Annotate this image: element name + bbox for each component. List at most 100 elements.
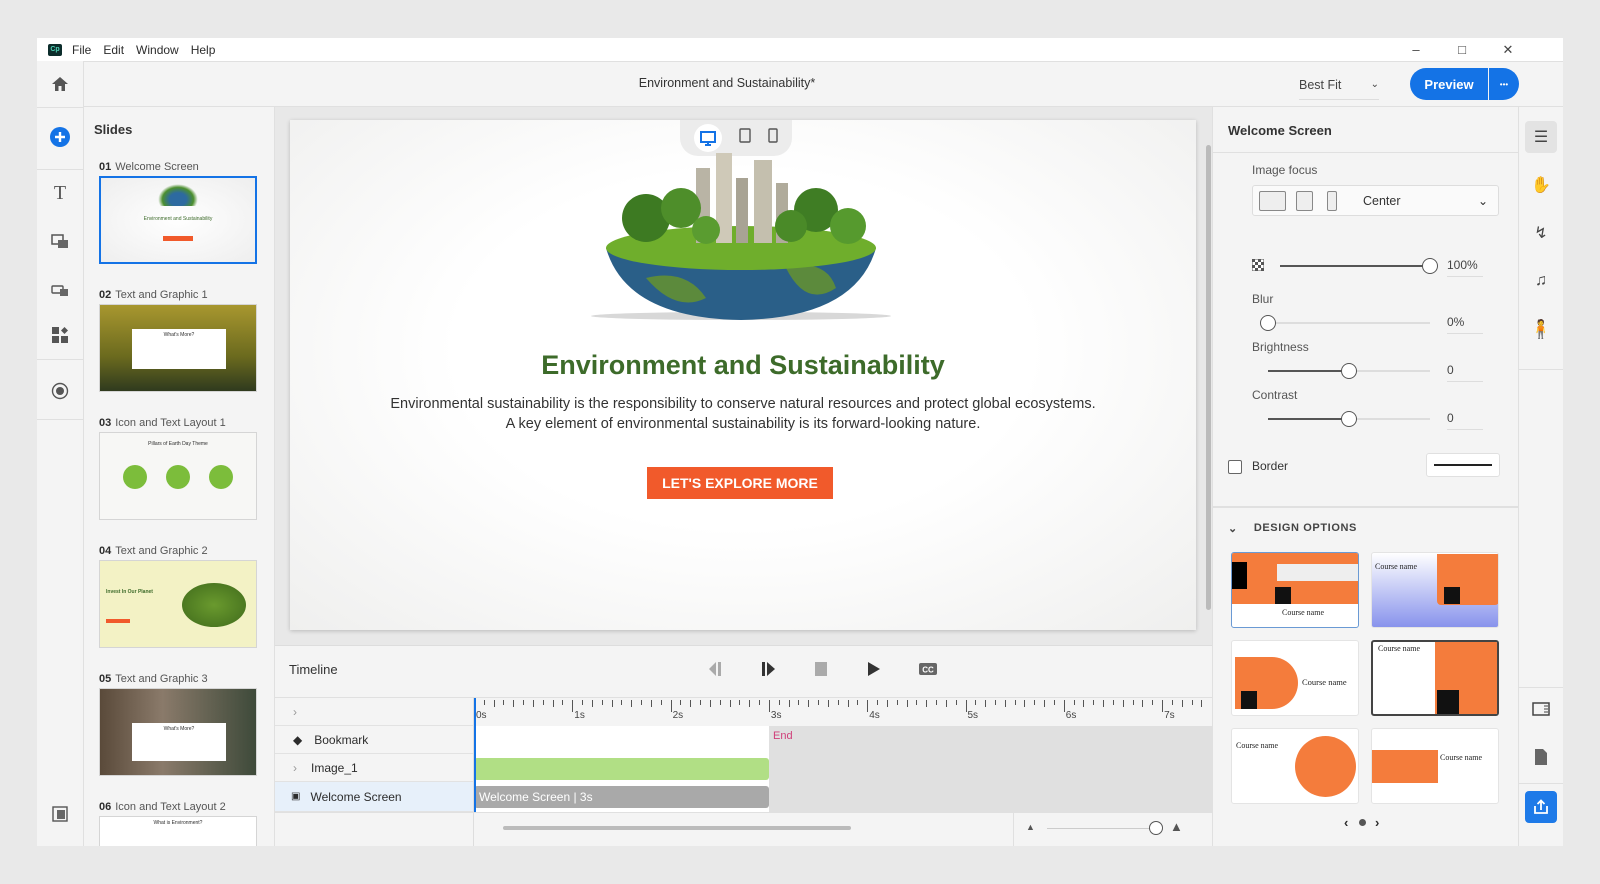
ruler-tick — [916, 700, 918, 705]
maximize-button[interactable]: □ — [1439, 38, 1485, 61]
slide-icon: ▣ — [291, 791, 301, 802]
timeline-row-image[interactable]: › Image_1 — [275, 754, 473, 782]
blur-value[interactable]: 0% — [1447, 315, 1483, 334]
interaction-hand-icon[interactable]: ✋ — [1525, 169, 1557, 201]
ruler-tick — [1103, 700, 1105, 707]
contrast-slider[interactable] — [1268, 411, 1430, 427]
menu-help[interactable]: Help — [191, 43, 216, 57]
menu-file[interactable]: File — [72, 43, 91, 57]
explore-more-button[interactable]: LET'S EXPLORE MORE — [647, 467, 833, 499]
record-icon[interactable] — [37, 373, 83, 409]
slide-panel-icon[interactable] — [37, 796, 83, 832]
design-prev-button[interactable]: ‹ — [1344, 815, 1348, 830]
design-page-indicator[interactable] — [1359, 819, 1366, 826]
home-icon[interactable] — [37, 66, 83, 102]
design-option-5[interactable]: Course name — [1231, 728, 1359, 804]
stop-icon[interactable] — [815, 662, 829, 676]
timeline-expand-toggle[interactable]: › — [275, 698, 473, 726]
ruler-tick — [660, 700, 662, 705]
left-rail: T — [37, 61, 84, 846]
closed-captions-icon[interactable]: CC — [919, 662, 939, 676]
ruler-tick — [729, 700, 731, 707]
play-icon[interactable] — [867, 662, 881, 676]
opacity-slider[interactable] — [1280, 258, 1438, 274]
border-style-picker[interactable] — [1426, 453, 1500, 477]
globe-image[interactable] — [586, 148, 896, 328]
ruler-tick — [877, 700, 879, 705]
playhead[interactable] — [474, 698, 476, 812]
mobile-focus-icon[interactable] — [1327, 190, 1337, 211]
timeline-zoom-knob[interactable] — [1149, 821, 1163, 835]
slide-heading[interactable]: Environment and Sustainability — [290, 350, 1196, 381]
brightness-label: Brightness — [1252, 340, 1309, 354]
slide-body-text[interactable]: Environmental sustainability is the resp… — [390, 394, 1096, 434]
timeline-zoom-slider[interactable] — [1047, 828, 1157, 829]
media-icon[interactable] — [37, 223, 83, 259]
add-icon[interactable] — [37, 119, 83, 155]
previous-icon[interactable] — [707, 662, 723, 676]
image-focus-value: Center — [1363, 193, 1401, 208]
image-clip[interactable] — [474, 758, 769, 780]
ruler-tick — [739, 700, 741, 705]
brightness-slider[interactable] — [1268, 363, 1430, 379]
timeline-row-welcome-screen[interactable]: ▣ Welcome Screen — [275, 782, 473, 812]
slide-thumb-05[interactable]: What's More? — [99, 688, 257, 776]
portrait-focus-icon[interactable] — [1296, 190, 1313, 211]
close-button[interactable]: ✕ — [1485, 38, 1531, 61]
welcome-screen-clip[interactable]: Welcome Screen | 3s — [474, 786, 769, 808]
animation-icon[interactable]: ↯ — [1525, 217, 1557, 249]
zoom-select[interactable]: Best Fit ⌄ — [1299, 70, 1379, 100]
row-label: Image_1 — [311, 760, 358, 775]
timeline-row-bookmark[interactable]: ◆ Bookmark — [275, 726, 473, 754]
blur-slider[interactable] — [1260, 315, 1430, 331]
slide-thumb-04[interactable]: Invest In Our Planet — [99, 560, 257, 648]
slide-thumb-06[interactable]: What is Environment? — [99, 816, 257, 846]
tablet-view-icon[interactable] — [739, 128, 751, 148]
design-option-2[interactable]: Course name — [1371, 552, 1499, 628]
widgets-icon[interactable] — [37, 317, 83, 353]
design-option-3[interactable]: Course name — [1231, 640, 1359, 716]
menu-edit[interactable]: Edit — [103, 43, 124, 57]
end-marker[interactable]: End — [773, 730, 793, 742]
properties-sliders-icon[interactable]: ☰ — [1525, 121, 1557, 153]
design-option-6[interactable]: Course name — [1371, 728, 1499, 804]
border-checkbox[interactable] — [1228, 460, 1242, 474]
design-options-header[interactable]: ⌄ DESIGN OPTIONS — [1228, 522, 1357, 535]
design-option-1[interactable]: Course name — [1231, 552, 1359, 628]
minimize-button[interactable]: – — [1393, 38, 1439, 61]
share-export-button[interactable] — [1525, 791, 1557, 823]
design-next-button[interactable]: › — [1375, 815, 1379, 830]
menu-window[interactable]: Window — [136, 43, 179, 57]
audio-icon[interactable]: ♫ — [1525, 265, 1557, 297]
zoom-in-icon[interactable]: ▲ — [1170, 819, 1183, 834]
ruler-tick — [1083, 700, 1085, 707]
mobile-view-icon[interactable] — [767, 128, 778, 148]
slide-thumb-02[interactable]: What's More? — [99, 304, 257, 392]
ruler-tick — [483, 700, 485, 705]
text-icon[interactable]: T — [37, 175, 83, 211]
timeline-ruler[interactable]: 0s 1s 2s 3s 4s 5s 6s 7s — [474, 698, 1212, 726]
landscape-focus-icon[interactable] — [1259, 190, 1286, 211]
brightness-value[interactable]: 0 — [1447, 363, 1483, 382]
interaction-icon[interactable] — [37, 271, 83, 307]
slide-thumb-01[interactable]: Environment and Sustainability — [99, 176, 257, 264]
slide-thumb-03[interactable]: Pillars of Earth Day Theme — [99, 432, 257, 520]
document-icon[interactable] — [1525, 741, 1557, 773]
play-from-here-icon[interactable] — [761, 662, 777, 676]
zoom-out-icon[interactable]: ▲ — [1026, 822, 1035, 832]
slide-properties-icon[interactable] — [1525, 693, 1557, 725]
ruler-tick — [847, 700, 849, 707]
image-focus-select[interactable]: Center ⌄ — [1252, 185, 1499, 216]
contrast-value[interactable]: 0 — [1447, 411, 1483, 430]
timeline-horizontal-scrollbar[interactable] — [503, 826, 851, 830]
canvas-scrollbar[interactable] — [1206, 145, 1211, 610]
preview-button[interactable]: Preview — [1410, 68, 1488, 100]
accessibility-icon[interactable]: 🧍 — [1525, 313, 1557, 345]
slide-canvas[interactable]: Environment and Sustainability Environme… — [290, 120, 1196, 630]
more-options-button[interactable]: ••• — [1489, 68, 1519, 100]
design-option-4[interactable]: Course name — [1371, 640, 1499, 716]
opacity-value[interactable]: 100% — [1447, 258, 1483, 277]
ruler-tick — [503, 700, 505, 705]
ruler-tick — [936, 700, 937, 705]
border-label: Border — [1252, 459, 1289, 473]
